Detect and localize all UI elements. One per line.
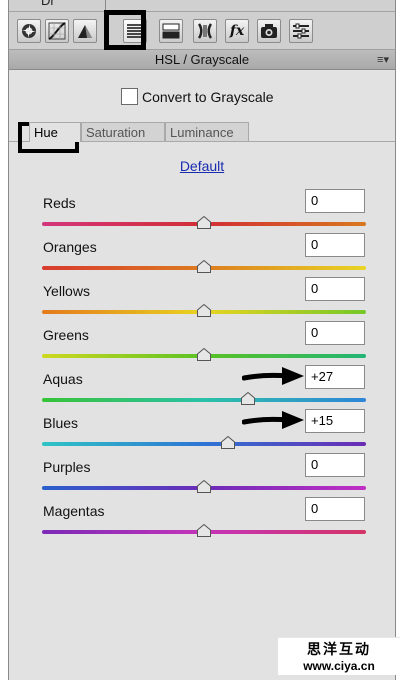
slider-label-reds: Reds: [43, 195, 76, 211]
slider-label-purples: Purples: [43, 459, 91, 475]
slider-value-blues[interactable]: +15: [305, 409, 365, 433]
slider-value-reds[interactable]: 0: [305, 189, 365, 213]
grayscale-checkbox[interactable]: [121, 88, 138, 105]
tone-curve-icon: [48, 22, 66, 40]
grayscale-label: Convert to Grayscale: [142, 88, 274, 105]
fx-effects-icon: fx: [229, 23, 245, 39]
camera-calibration-icon: [261, 24, 277, 38]
highlight-box-hsl-tab: [104, 10, 146, 50]
tab-hue[interactable]: Hue: [29, 122, 81, 142]
lens-corrections-tab-button[interactable]: [193, 19, 217, 43]
camera-calibration-tab-button[interactable]: [257, 19, 281, 43]
top-fragment-text: Dr: [41, 0, 55, 8]
slider-row-magentas: Magentas 0: [9, 497, 395, 547]
watermark: 思洋互动 www.ciya.cn: [278, 637, 400, 675]
camera-raw-panel: Dr fx HSL / Grayscale ≡▾ Convert to Gray…: [8, 0, 396, 680]
slider-label-magentas: Magentas: [43, 503, 105, 519]
default-link[interactable]: Default: [9, 158, 395, 174]
watermark-cn: 思洋互动: [307, 641, 371, 657]
slider-value-greens[interactable]: 0: [305, 321, 365, 345]
slider-label-yellows: Yellows: [43, 283, 90, 299]
slider-label-oranges: Oranges: [43, 239, 97, 255]
presets-icon: [293, 23, 309, 39]
panel-title: HSL / Grayscale: [154, 52, 250, 67]
panel-header: HSL / Grayscale ≡▾: [9, 50, 395, 70]
tab-luminance[interactable]: Luminance: [165, 122, 249, 142]
slider-label-aquas: Aquas: [43, 371, 83, 387]
detail-icon: [78, 25, 92, 38]
split-toning-icon: [162, 23, 180, 39]
slider-value-purples[interactable]: 0: [305, 453, 365, 477]
slider-value-yellows[interactable]: 0: [305, 277, 365, 301]
lens-corrections-icon: [197, 23, 213, 39]
split-toning-tab-button[interactable]: [159, 19, 183, 43]
hsl-panel-content: Convert to Grayscale Hue Saturation Lumi…: [9, 70, 395, 680]
slider-value-magentas[interactable]: 0: [305, 497, 365, 521]
tab-saturation[interactable]: Saturation: [81, 122, 165, 142]
basic-tab-button[interactable]: [17, 19, 41, 43]
slider-label-blues: Blues: [43, 415, 79, 431]
detail-tab-button[interactable]: [73, 19, 97, 43]
presets-tab-button[interactable]: [289, 19, 313, 43]
basic-icon: [22, 24, 36, 38]
slider-track-aquas[interactable]: [42, 398, 366, 402]
grayscale-toggle[interactable]: Convert to Grayscale: [121, 88, 274, 105]
tone-curve-tab-button[interactable]: [45, 19, 69, 43]
slider-track-blues[interactable]: [42, 442, 366, 446]
slider-value-oranges[interactable]: 0: [305, 233, 365, 257]
effects-tab-button[interactable]: fx: [225, 19, 249, 43]
annotation-arrow-aquas: [241, 365, 306, 394]
slider-value-aquas[interactable]: +27: [305, 365, 365, 389]
slider-label-greens: Greens: [43, 327, 89, 343]
panel-tabs-toolbar: fx: [9, 12, 395, 50]
top-strip: Dr: [9, 0, 395, 12]
panel-menu-icon[interactable]: ≡▾: [377, 50, 389, 70]
watermark-url: www.ciya.cn: [303, 659, 375, 673]
annotation-arrow-blues: [241, 409, 306, 438]
